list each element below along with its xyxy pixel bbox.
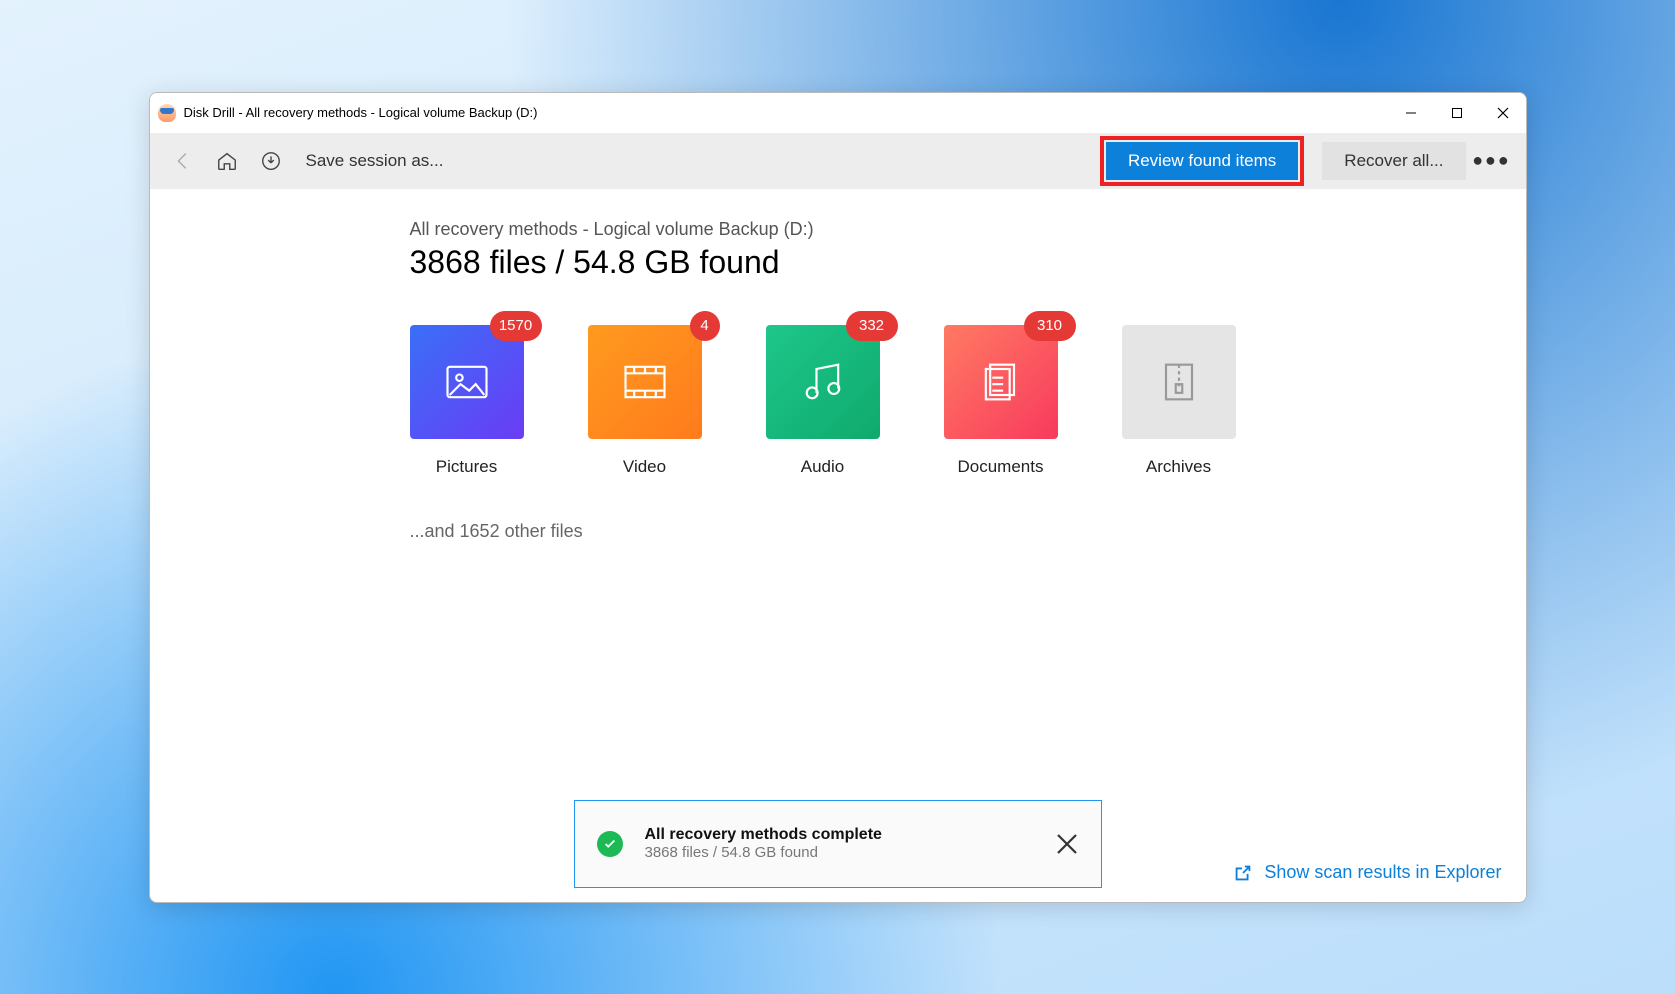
category-audio[interactable]: 332 Audio: [766, 325, 880, 477]
app-window: Disk Drill - All recovery methods - Logi…: [149, 92, 1527, 903]
explorer-link-text: Show scan results in Explorer: [1264, 862, 1501, 883]
pictures-tile: [410, 325, 524, 439]
category-label: Documents: [944, 457, 1058, 477]
category-pictures[interactable]: 1570 Pictures: [410, 325, 524, 477]
home-button[interactable]: [208, 142, 246, 180]
close-icon: [1055, 832, 1079, 856]
document-icon: [975, 356, 1027, 408]
toast-message: All recovery methods complete 3868 files…: [645, 826, 882, 861]
toast-title: All recovery methods complete: [645, 826, 882, 844]
recover-all-button[interactable]: Recover all...: [1322, 142, 1465, 180]
breadcrumb: All recovery methods - Logical volume Ba…: [410, 219, 1526, 240]
show-in-explorer-link[interactable]: Show scan results in Explorer: [1232, 862, 1501, 884]
titlebar: Disk Drill - All recovery methods - Logi…: [150, 93, 1526, 133]
music-icon: [797, 356, 849, 408]
content-area: All recovery methods - Logical volume Ba…: [150, 189, 1526, 902]
minimize-button[interactable]: [1388, 93, 1434, 133]
category-video[interactable]: 4 Video: [588, 325, 702, 477]
category-label: Video: [588, 457, 702, 477]
ellipsis-icon: ●●●: [1472, 150, 1511, 171]
film-icon: [619, 356, 671, 408]
badge-documents: 310: [1024, 311, 1076, 341]
download-icon: [260, 150, 282, 172]
category-archives[interactable]: Archives: [1122, 325, 1236, 477]
minimize-icon: [1405, 107, 1417, 119]
badge-video: 4: [690, 311, 720, 341]
category-label: Audio: [766, 457, 880, 477]
window-title: Disk Drill - All recovery methods - Logi…: [184, 105, 1388, 120]
category-label: Archives: [1122, 457, 1236, 477]
toolbar: Save session as... Review found items Re…: [150, 133, 1526, 189]
back-button[interactable]: [164, 142, 202, 180]
documents-tile: [944, 325, 1058, 439]
home-icon: [216, 150, 238, 172]
archive-icon: [1153, 356, 1205, 408]
category-grid: 1570 Pictures 4: [410, 325, 1526, 477]
window-controls: [1388, 93, 1526, 133]
save-session-button[interactable]: Save session as...: [296, 151, 454, 171]
maximize-button[interactable]: [1434, 93, 1480, 133]
badge-pictures: 1570: [490, 311, 542, 341]
category-label: Pictures: [410, 457, 524, 477]
category-documents[interactable]: 310 Documents: [944, 325, 1058, 477]
close-icon: [1497, 107, 1509, 119]
check-icon: [597, 831, 623, 857]
arrow-left-icon: [172, 150, 194, 172]
more-menu-button[interactable]: ●●●: [1472, 141, 1512, 181]
badge-audio: 332: [846, 311, 898, 341]
app-icon: [158, 104, 176, 122]
review-found-items-button[interactable]: Review found items: [1106, 142, 1298, 180]
completion-toast: All recovery methods complete 3868 files…: [574, 800, 1102, 888]
summary-heading: 3868 files / 54.8 GB found: [410, 244, 1526, 281]
audio-tile: [766, 325, 880, 439]
toast-close-button[interactable]: [1055, 832, 1079, 856]
toast-subtitle: 3868 files / 54.8 GB found: [645, 844, 882, 861]
image-icon: [441, 356, 493, 408]
external-link-icon: [1232, 862, 1254, 884]
archives-tile: [1122, 325, 1236, 439]
download-button[interactable]: [252, 142, 290, 180]
maximize-icon: [1451, 107, 1463, 119]
other-files-text: ...and 1652 other files: [410, 521, 1526, 542]
video-tile: [588, 325, 702, 439]
close-button[interactable]: [1480, 93, 1526, 133]
